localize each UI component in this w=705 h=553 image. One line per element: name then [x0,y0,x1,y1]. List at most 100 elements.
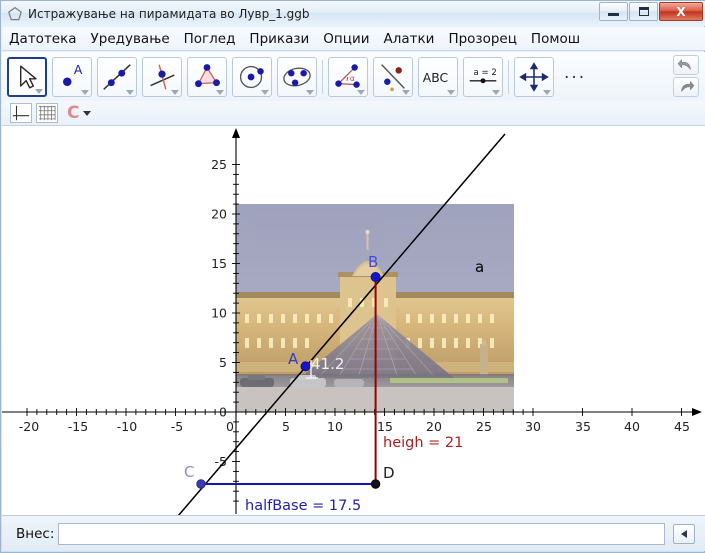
input-submit-button[interactable] [673,523,695,544]
left-triangle-icon [681,529,687,538]
point-D-label: D [383,464,395,482]
y-tick-label: 25 [211,157,227,172]
chevron-down-icon[interactable] [171,89,179,95]
x-tick-label: 25 [476,419,492,434]
x-tick-label: -15 [68,419,88,434]
x-tick-label: 15 [377,419,393,434]
tool-ellipse[interactable] [277,56,317,97]
tool-text[interactable]: ABC [418,56,458,97]
toolbar-divider [508,59,509,94]
point-C-label: C [184,463,194,481]
x-tick-label: 35 [575,419,591,434]
undo-redo-group [673,55,699,97]
input-bar-label: Внес: [16,525,55,542]
menu-edit[interactable]: Уредување [84,29,177,49]
redo-button[interactable] [673,77,699,97]
svg-text:α: α [350,73,355,82]
chevron-down-icon[interactable] [81,89,89,95]
point-D[interactable] [370,479,381,489]
x-tick-label: 45 [674,419,690,434]
geogebra-icon [7,6,23,22]
point-A-label: A [288,350,299,368]
x-axis-arrow [692,408,702,416]
chevron-down-icon[interactable] [261,89,269,95]
input-bar: Внес: [2,515,705,551]
menu-tools[interactable]: Алатки [377,29,442,49]
geogebra-window: Истражување на пирамидата во Лувр_1.ggb … [0,0,705,553]
menu-window[interactable]: Прозорец [441,29,523,49]
x-tick-label: -20 [19,419,39,434]
chevron-down-icon[interactable] [306,89,314,95]
chevron-down-icon[interactable] [492,89,500,95]
y-tick-label: 5 [219,355,227,370]
show-grid-icon [38,105,56,121]
point-B-label: B [368,253,378,271]
minimize-button[interactable] [599,2,628,21]
y-tick-label: 20 [211,207,227,222]
tool-reflect[interactable] [373,56,413,97]
point-A[interactable] [300,361,311,372]
chevron-down-icon[interactable] [83,110,92,116]
chevron-down-icon[interactable] [543,89,551,95]
chevron-down-icon[interactable] [357,89,365,95]
show-grid-toggle[interactable] [36,103,58,123]
redo-arrow-icon [681,81,695,92]
slope-label: 41.2 [311,355,344,373]
x-tick-label: 0 [226,419,234,434]
tool-line[interactable] [97,56,137,97]
undo-arrow-icon [677,59,691,70]
chevron-down-icon[interactable] [216,89,224,95]
height-label: heigh = 21 [383,435,463,451]
menu-view[interactable]: Поглед [177,29,243,49]
x-tick-label: 30 [525,419,541,434]
show-axes-toggle[interactable] [10,103,32,123]
halfbase-label: halfBase = 17.5 [245,498,361,514]
close-icon: X [676,4,686,19]
title-bar: Истражување на пирамидата во Лувр_1.ggb … [1,1,705,26]
toolbar-divider [322,59,323,94]
window-title: Истражување на пирамидата во Лувр_1.ggb [28,6,310,21]
line-a-label: a [475,258,484,276]
window-controls: X [598,2,703,21]
tool-bar: A α ABC a = 2 ... [2,52,705,101]
tool-circle[interactable] [232,56,272,97]
svg-text:a = 2: a = 2 [474,68,497,78]
x-axis-labels: -20 -15 -10 -5 0 5 10 15 20 25 30 35 40 … [19,419,690,434]
tool-point[interactable]: A [52,56,92,97]
tool-move[interactable] [7,56,47,97]
x-tick-label: 20 [426,419,442,434]
capture-to-spreadsheet-icon[interactable]: C [67,103,79,123]
point-B[interactable] [370,271,381,282]
y-axis-labels: 25 20 15 10 5 0 -5 [211,157,227,469]
maximize-button[interactable] [629,2,658,21]
graphics-view[interactable]: -20 -15 -10 -5 0 5 10 15 20 25 30 35 40 … [2,126,705,516]
show-axes-icon [12,105,30,121]
y-tick-label: 15 [211,256,227,271]
menu-options[interactable]: Опции [316,29,376,49]
chevron-down-icon[interactable] [126,89,134,95]
tool-slider[interactable]: a = 2 [463,56,503,97]
toolbar-overflow[interactable]: ... [564,63,586,83]
input-field[interactable] [58,522,665,545]
tool-move-graphics-view[interactable] [514,56,554,97]
graph-canvas: -20 -15 -10 -5 0 5 10 15 20 25 30 35 40 … [2,128,702,516]
chevron-down-icon[interactable] [402,89,410,95]
tool-perpendicular-line[interactable] [142,56,182,97]
tool-angle[interactable]: α [328,56,368,97]
undo-button[interactable] [673,55,699,75]
minimize-icon [608,13,619,16]
menu-file[interactable]: Датотека [2,29,84,49]
tool-polygon[interactable] [187,56,227,97]
menu-perspectives[interactable]: Прикази [242,29,316,49]
close-button[interactable]: X [659,2,703,21]
chevron-down-icon[interactable] [447,89,455,95]
x-tick-label: 5 [282,419,290,434]
y-axis-arrow [232,128,240,138]
y-tick-label: 10 [211,306,227,321]
chevron-down-icon[interactable] [35,88,43,94]
svg-text:A: A [74,63,83,77]
menu-bar: Датотека Уредување Поглед Прикази Опции … [2,27,705,51]
x-tick-label: 40 [624,419,640,434]
point-C[interactable] [196,479,206,489]
menu-help[interactable]: Помош [524,29,587,49]
